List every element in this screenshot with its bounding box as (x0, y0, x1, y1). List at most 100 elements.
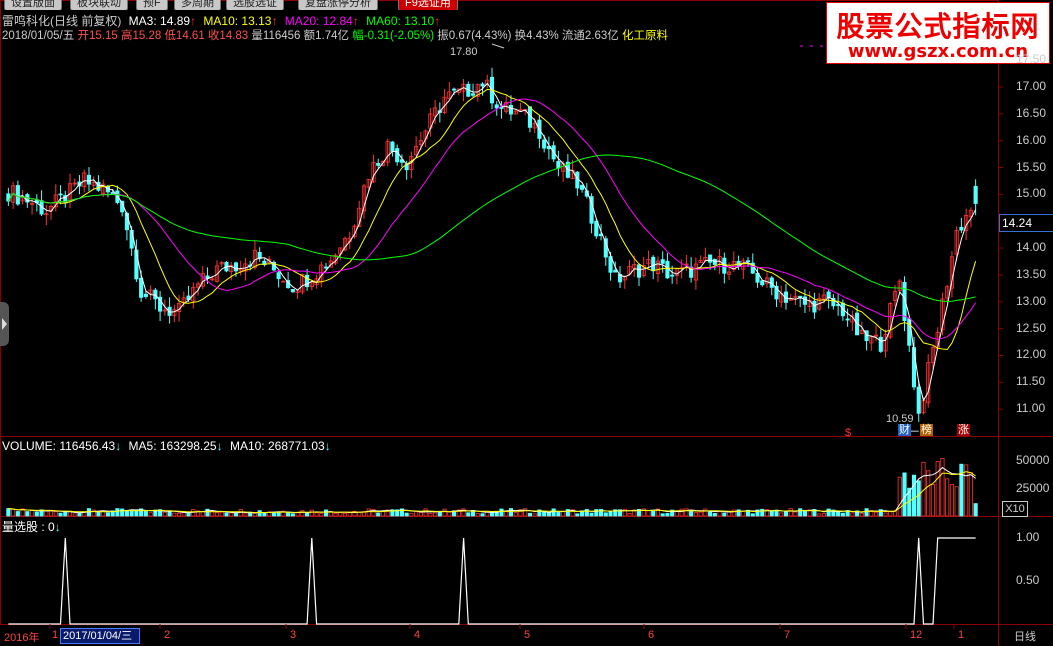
volume-ma5: MA5: 163298.25 (128, 439, 217, 453)
volume-bar (798, 508, 803, 517)
quote-industry: 化工原料 (622, 30, 669, 42)
volume-bar (162, 511, 167, 517)
volume-bar (243, 513, 248, 517)
volume-bar (660, 513, 665, 517)
volume-bar (319, 513, 324, 517)
price-tick-label: 16.50 (1016, 105, 1047, 120)
price-tick-label: 11.00 (1016, 401, 1046, 416)
candle-body (305, 274, 310, 288)
volume-bar (532, 513, 537, 517)
volume-bar (323, 509, 329, 517)
volume-bar (6, 508, 11, 517)
ma20-line (7, 98, 977, 340)
current-price-box: 14.24 (999, 214, 1053, 232)
volume-bar (105, 512, 111, 517)
signal-tag-limit-up[interactable]: 涨 (957, 424, 970, 436)
signal-tag-ranking[interactable]: 榜 (920, 424, 933, 436)
volume-bar (44, 510, 49, 517)
volume-bar (883, 512, 888, 517)
high-value: 17.80 (450, 46, 478, 58)
signal-tag-dollar[interactable]: $ (844, 427, 852, 439)
kline-chart[interactable] (0, 0, 1053, 646)
quote-change: 幅-0.31(-2.05%) (352, 30, 435, 42)
volume-bar (428, 513, 433, 517)
down-arrow-icon: ↓ (115, 439, 122, 453)
volume-bar (205, 508, 210, 517)
tab-sector-link[interactable]: 板块联动 (70, 0, 128, 10)
volume-bar (897, 476, 902, 517)
candle-body (542, 139, 547, 149)
candle-body (603, 238, 608, 258)
volume-bar (603, 512, 608, 517)
ma10-label: MA10: 13.13 (203, 14, 272, 28)
volume-bar (252, 513, 257, 517)
price-tick-label: 17.00 (1016, 78, 1047, 93)
volume-bar (63, 511, 68, 517)
price-tick-label: 15.00 (1016, 186, 1047, 201)
period-label[interactable]: 日线 (1014, 628, 1036, 644)
volume-bar (404, 512, 409, 517)
volume-bar (418, 512, 423, 517)
selected-date-box[interactable]: 2017/01/04/三 (60, 628, 140, 644)
volume-bar (817, 513, 822, 517)
tab-preview[interactable]: 预F (136, 0, 168, 10)
signal-line (8, 537, 976, 625)
up-arrow-icon: ↑ (352, 14, 359, 28)
price-tick-label: 13.00 (1016, 293, 1047, 308)
volume-bar (888, 510, 893, 517)
signal-tick-05: 0.50 (1016, 573, 1040, 587)
volume-tick-25000: 25000 (1016, 481, 1050, 495)
volume-bar (508, 508, 514, 517)
volume-bar (442, 508, 447, 517)
volume-bar (959, 463, 964, 517)
volume-bar (333, 512, 338, 517)
volume-bar (414, 510, 419, 517)
tab-stock-select[interactable]: 选股选证 (226, 0, 284, 10)
volume-bar (224, 512, 229, 517)
volume-bar (760, 508, 765, 517)
candle-body (760, 280, 765, 286)
volume-bar (229, 512, 234, 517)
up-arrow-icon: ↑ (434, 14, 441, 28)
candle-body (708, 254, 713, 263)
volume-tick-50000: 50000 (1016, 453, 1050, 467)
volume-bar (646, 510, 651, 517)
volume-bar (973, 503, 978, 517)
volume-bar (30, 510, 35, 517)
tab-layout[interactable]: 设置版面 (4, 0, 62, 10)
volume-bar (134, 510, 139, 517)
tab-multi-period[interactable]: 多周期 (174, 0, 221, 10)
volume-value: VOLUME: 116456.43 (2, 439, 116, 453)
volume-bar (679, 508, 684, 517)
x-label-may: 5 (524, 629, 531, 641)
expand-panel-icon[interactable] (0, 302, 9, 346)
volume-bar (77, 512, 82, 517)
high-label: 17.80 (450, 46, 478, 58)
volume-bar (575, 513, 580, 517)
signal-tag-finance[interactable]: 财 (898, 424, 911, 436)
volume-bar (954, 486, 959, 517)
volume-bar (722, 512, 727, 517)
volume-bar (731, 509, 736, 517)
candle-body (745, 260, 751, 263)
volume-bar (300, 510, 305, 517)
up-arrow-icon: ↑ (271, 14, 278, 28)
candle-body (636, 264, 642, 278)
quote-high: 高15.28 (120, 30, 162, 42)
tab-f9-select[interactable]: F9选证用 (398, 0, 458, 10)
candle-body (959, 226, 964, 231)
volume-bar (15, 511, 20, 517)
volume-bar (665, 513, 670, 517)
candle-body (233, 262, 239, 272)
candle-body (494, 104, 499, 109)
volume-bar (916, 480, 921, 517)
quote-close: 收14.83 (207, 30, 249, 42)
candle-body (594, 220, 599, 237)
volume-bar (34, 511, 39, 517)
ma20-label: MA20: 12.84 (284, 14, 353, 28)
volume-bar (376, 512, 381, 517)
volume-bar (286, 512, 291, 517)
candle-body (670, 274, 675, 277)
volume-bar (366, 508, 371, 517)
tab-limit-up-review[interactable]: 复盘涨停分析 (298, 0, 378, 10)
